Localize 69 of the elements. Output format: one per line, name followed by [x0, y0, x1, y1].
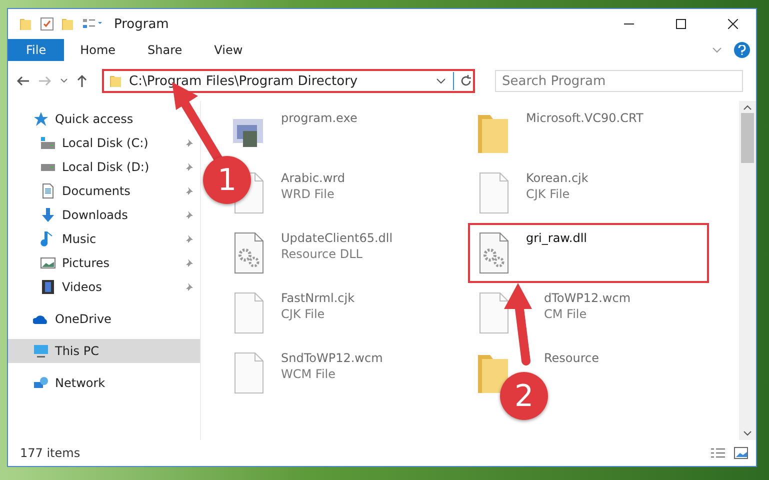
file-name[interactable]: gri_raw.dll: [526, 231, 587, 245]
drive-icon: [40, 162, 56, 172]
maximize-icon: [676, 19, 686, 29]
details-view-icon[interactable]: [710, 447, 726, 459]
minimize-icon: [624, 23, 634, 25]
nav-item[interactable]: Videos: [62, 280, 178, 294]
file-name[interactable]: Microsoft.VC90.CRT: [526, 111, 644, 125]
address-bar[interactable]: C:\Program Files\Program Directory: [102, 69, 475, 93]
file-name[interactable]: SndToWP12.wcm: [281, 351, 383, 365]
scroll-up-icon[interactable]: [743, 105, 752, 111]
pin-icon[interactable]: [184, 258, 194, 268]
download-icon: [40, 207, 56, 223]
up-button[interactable]: [76, 74, 88, 88]
nav-item[interactable]: Network: [55, 376, 194, 390]
nav-item[interactable]: Pictures: [62, 256, 178, 270]
document-icon: [40, 183, 56, 199]
pin-icon[interactable]: [184, 282, 194, 292]
file-name[interactable]: Korean.cjk: [526, 171, 588, 185]
file-type: WCM File: [281, 367, 336, 381]
search-field[interactable]: Search Program: [495, 70, 743, 92]
star-icon: [33, 111, 49, 127]
pin-icon[interactable]: [184, 162, 194, 172]
item-count: 177 items: [20, 446, 82, 460]
drive-icon: [40, 135, 56, 151]
file-name[interactable]: FastNrml.cjk: [281, 291, 355, 305]
checkmark-icon[interactable]: [40, 17, 54, 31]
file-type: CJK File: [526, 187, 571, 201]
file-type: CM File: [544, 307, 588, 321]
file-type: Resource DLL: [281, 247, 364, 261]
question-mark-icon: [738, 45, 746, 55]
scroll-thumb[interactable]: [741, 113, 754, 163]
file-type: WRD File: [281, 187, 336, 201]
nav-item[interactable]: Music: [62, 232, 178, 246]
scroll-down-icon[interactable]: [743, 430, 752, 436]
file-type: CJK File: [281, 307, 326, 321]
back-button[interactable]: [16, 74, 30, 88]
file-name[interactable]: program.exe: [281, 111, 358, 125]
film-icon: [40, 279, 56, 295]
pictures-icon: [40, 255, 56, 271]
nav-item[interactable]: Local Disk (D:): [62, 160, 178, 174]
pin-icon[interactable]: [184, 186, 194, 196]
large-icons-view-icon[interactable]: [734, 447, 748, 459]
ribbon-tab[interactable]: Home: [64, 39, 132, 61]
nav-item[interactable]: Documents: [62, 184, 178, 198]
close-icon: [728, 19, 738, 29]
help-button[interactable]: [734, 42, 750, 58]
file-name[interactable]: Resource: [544, 351, 600, 365]
recent-locations-button[interactable]: [60, 77, 68, 85]
file-name[interactable]: UpdateClient65.dll: [281, 231, 393, 245]
pin-icon[interactable]: [184, 210, 194, 220]
folder-icon: [60, 16, 76, 32]
file-name[interactable]: Arabic.wrd: [281, 171, 346, 185]
window-title: Program: [114, 16, 170, 32]
refresh-icon[interactable]: [459, 74, 473, 88]
nav-item[interactable]: Quick access: [55, 112, 194, 126]
nav-item[interactable]: OneDrive: [55, 312, 194, 326]
nav-item[interactable]: Local Disk (C:): [62, 136, 178, 150]
network-icon: [33, 375, 49, 391]
file-name[interactable]: dToWP12.wcm: [544, 291, 631, 305]
folder-icon: [18, 16, 34, 32]
monitor-icon: [33, 343, 49, 359]
scrollbar[interactable]: [739, 101, 756, 440]
folder-icon: [108, 73, 124, 89]
pin-icon[interactable]: [184, 234, 194, 244]
pin-icon[interactable]: [184, 138, 194, 148]
ribbon-tab[interactable]: View: [198, 39, 259, 61]
nav-item[interactable]: Downloads: [62, 208, 178, 222]
ribbon-tab[interactable]: Share: [132, 39, 198, 61]
properties-icon[interactable]: [82, 17, 104, 31]
